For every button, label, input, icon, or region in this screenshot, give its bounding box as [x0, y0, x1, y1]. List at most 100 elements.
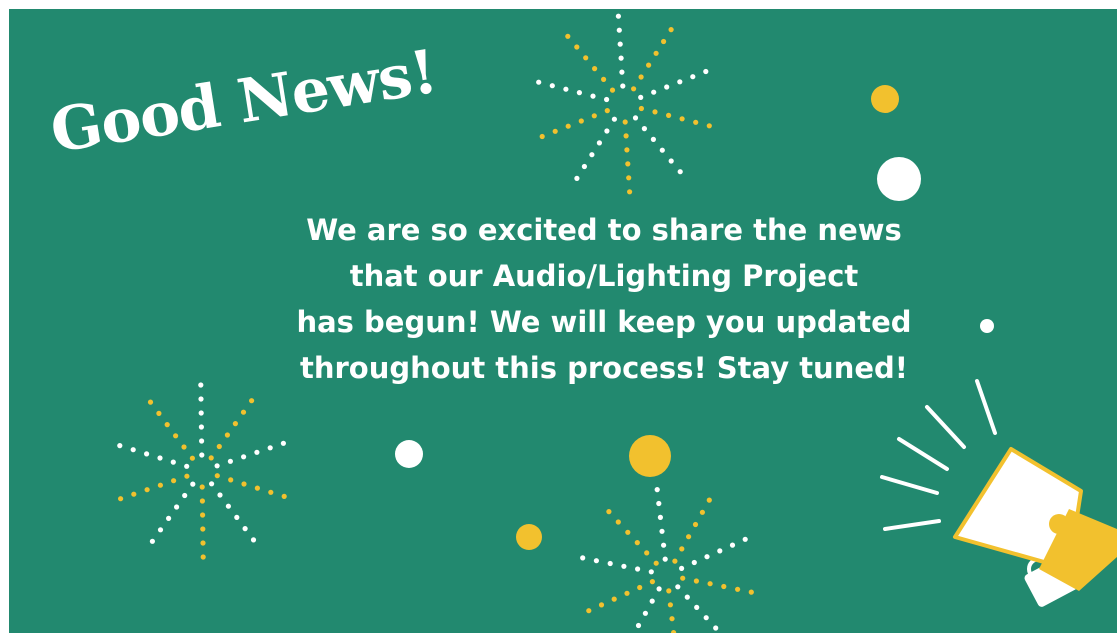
confetti-dot [395, 440, 423, 468]
firework-dot [675, 584, 681, 590]
firework-burst-bottom [580, 487, 754, 633]
confetti-dot [629, 435, 671, 477]
firework-dot [254, 485, 260, 491]
firework-dot [690, 74, 696, 80]
firework-dot [565, 33, 571, 39]
firework-dot [742, 536, 748, 542]
firework-dot [254, 449, 260, 455]
firework-dot [637, 584, 643, 591]
firework-dot [590, 93, 596, 99]
firework-dot [583, 55, 589, 61]
firework-dot [679, 565, 685, 572]
firework-dot [611, 116, 618, 122]
firework-dot [659, 528, 665, 534]
megaphone-icon [880, 379, 1117, 607]
confetti-dot [516, 524, 542, 550]
firework-dot [748, 589, 754, 595]
announcement-message: We are so excited to share the news that… [296, 213, 912, 385]
firework-dot [209, 481, 215, 487]
firework-dot [652, 109, 658, 115]
firework-dot [144, 487, 150, 493]
firework-dot [250, 537, 257, 543]
firework-dot [181, 444, 187, 450]
firework-dot [173, 433, 179, 439]
firework-dot [684, 594, 690, 600]
firework-dot [189, 455, 195, 461]
firework-dot [641, 126, 648, 132]
firework-dot [240, 409, 247, 415]
firework-dot [694, 604, 700, 611]
confetti-dot [980, 319, 994, 333]
firework-dot [549, 83, 555, 89]
firework-dot [199, 498, 205, 504]
firework-dot [182, 492, 188, 499]
firework-dot [184, 463, 190, 469]
firework-dot [713, 625, 719, 631]
firework-dot [654, 487, 660, 493]
firework-dot [679, 116, 685, 122]
firework-dot [668, 27, 674, 33]
firework-dot [198, 424, 204, 430]
firework-dot [184, 473, 190, 479]
firework-dot [624, 590, 630, 596]
firework-dot [634, 540, 640, 546]
firework-dot [208, 455, 214, 461]
firework-dot [598, 602, 605, 608]
firework-dot [707, 581, 713, 587]
firework-dot [241, 481, 247, 487]
firework-dot [672, 558, 678, 564]
firework-dot [626, 175, 632, 181]
firework-dot [620, 83, 626, 89]
firework-dot [615, 519, 621, 525]
firework-dot [280, 440, 286, 446]
firework-dot [200, 540, 206, 546]
firework-dot [596, 140, 603, 146]
firework-dot [130, 447, 136, 453]
firework-dot [157, 482, 163, 488]
firework-dot [241, 454, 247, 460]
firework-dot [157, 527, 164, 533]
firework-dot [623, 133, 629, 139]
firework-dot [601, 76, 607, 82]
firework-dot [606, 509, 612, 515]
firework-dot [650, 136, 657, 142]
firework-dot [147, 399, 154, 405]
firework-dot [198, 382, 204, 388]
firework-dot [190, 481, 196, 487]
firework-dot [214, 463, 220, 469]
firework-dot [671, 630, 677, 633]
firework-dot [157, 455, 163, 461]
firework-dot [574, 175, 580, 181]
firework-dot [563, 86, 569, 92]
firework-dot [666, 588, 672, 594]
firework-dot [581, 163, 588, 170]
firework-dot [604, 96, 610, 103]
firework-dot [622, 119, 628, 125]
firework-dot [217, 492, 223, 498]
firework-dot [621, 563, 627, 569]
firework-dot [699, 509, 706, 515]
firework-dot [691, 559, 697, 566]
firework-dot [616, 27, 622, 33]
firework-dot [729, 542, 736, 548]
firework-dot [536, 79, 542, 85]
firework-dot [617, 41, 623, 47]
firework-dot [576, 90, 583, 96]
firework-dot [174, 504, 180, 510]
firework-dot [216, 443, 222, 450]
firework-dot [656, 586, 662, 592]
firework-dot [649, 598, 655, 604]
firework-dot [224, 432, 230, 438]
firework-dot [677, 169, 683, 175]
firework-dot [693, 578, 700, 584]
firework-dot [625, 529, 631, 535]
firework-dot [242, 526, 248, 532]
firework-dot [166, 515, 172, 521]
firework-dot [669, 616, 675, 622]
firework-dot [164, 422, 170, 428]
firework-dot [644, 550, 650, 556]
firework-dot [653, 50, 659, 56]
firework-dot [586, 608, 592, 614]
firework-dot [704, 554, 710, 560]
firework-dot [232, 421, 238, 427]
